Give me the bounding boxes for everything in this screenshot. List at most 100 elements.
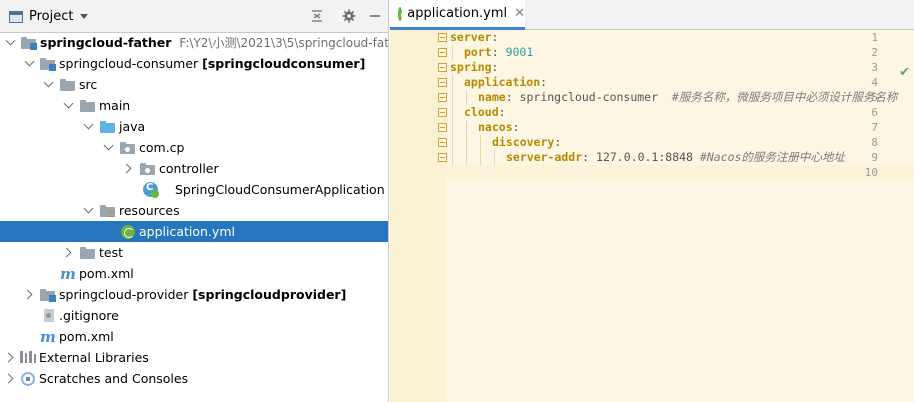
chevron-down-icon[interactable] (103, 143, 113, 153)
fold-marker-icon[interactable] (438, 48, 447, 57)
project-tool-window: Project springcloud-father F:\Y2\小测\2021\… (0, 0, 389, 402)
code-line: application: (464, 75, 548, 89)
maven-icon: m (60, 265, 76, 283)
tree-item-label: springcloud-provider [springcloudprovide… (59, 287, 347, 302)
chevron-right-icon[interactable] (63, 248, 73, 258)
collapse-all-icon[interactable] (309, 8, 325, 24)
chevron-down-icon[interactable] (83, 206, 93, 216)
fold-marker-icon[interactable] (438, 33, 447, 42)
tree-item-label: Scratches and Consoles (39, 371, 189, 386)
folder-icon (80, 247, 95, 259)
chevron-down-icon (80, 14, 89, 19)
line-number: 1 (871, 31, 878, 44)
libraries-icon (20, 351, 36, 363)
project-title: Project (29, 9, 74, 24)
module-folder-icon (40, 289, 56, 302)
code-editor[interactable]: 1 2 3 4 5 6 7 8 9 10 server: port: 9001 … (390, 30, 914, 402)
tree-item-resources[interactable]: resources (0, 200, 388, 221)
code-line: server-addr: 127.0.0.1:8848 #Nacos的服务注册中… (506, 150, 845, 164)
tree-item-springcloudconsumerapplication[interactable]: SpringCloudConsumerApplication (0, 179, 388, 200)
indent-guide (480, 135, 481, 165)
spring-yaml-icon (121, 225, 135, 239)
tree-item-root-pom-xml[interactable]: m pom.xml (0, 326, 388, 347)
indent-guide (452, 75, 453, 165)
close-icon[interactable]: ✕ (514, 6, 525, 21)
code-line: discovery: (492, 135, 562, 149)
chevron-right-icon[interactable] (5, 374, 15, 384)
chevron-down-icon[interactable] (24, 59, 34, 69)
fold-marker-icon[interactable] (438, 63, 447, 72)
source-folder-icon (100, 121, 115, 133)
tree-item-label: controller (159, 161, 219, 176)
tree-item-controller[interactable]: controller (0, 158, 388, 179)
chevron-down-icon[interactable] (43, 80, 53, 90)
chevron-down-icon[interactable] (63, 101, 73, 111)
tree-item-label: test (99, 245, 124, 260)
tree-item-gitignore[interactable]: .gitignore (0, 305, 388, 326)
tree-item-label: springcloud-consumer [springcloudconsume… (59, 56, 366, 71)
tree-item-com-cp[interactable]: com.cp (0, 137, 388, 158)
tree-item-pom-xml[interactable]: m pom.xml (0, 263, 388, 284)
module-folder-icon (40, 58, 56, 71)
line-number: 2 (871, 46, 878, 59)
fold-marker-icon[interactable] (438, 123, 447, 132)
tree-item-src[interactable]: src (0, 74, 388, 95)
chevron-right-icon[interactable] (5, 353, 15, 363)
tree-item-external-libraries[interactable]: External Libraries (0, 347, 388, 368)
folder-icon (60, 79, 75, 91)
chevron-down-icon[interactable] (83, 122, 93, 132)
tree-item-springcloud-consumer[interactable]: springcloud-consumer [springcloudconsume… (0, 53, 388, 74)
module-folder-icon (21, 37, 37, 50)
indent-guide (466, 90, 467, 105)
minimize-icon[interactable] (367, 8, 383, 24)
line-number: 6 (871, 106, 878, 119)
line-number: 3 (871, 61, 878, 74)
package-icon (120, 142, 135, 154)
line-number: 7 (871, 121, 878, 134)
fold-marker-icon[interactable] (438, 93, 447, 102)
line-number: 9 (871, 151, 878, 164)
tree-item-label: com.cp (139, 140, 185, 155)
tree-item-label: .gitignore (59, 308, 119, 323)
fold-marker-icon[interactable] (438, 78, 447, 87)
tree-item-label: main (99, 98, 131, 113)
chevron-right-icon[interactable] (123, 164, 133, 174)
tree-item-label: src (79, 77, 98, 92)
line-number: 10 (864, 166, 878, 179)
tree-item-main[interactable]: main (0, 95, 388, 116)
tree-item-label: pom.xml (59, 329, 114, 344)
code-line: cloud: (464, 105, 506, 119)
tree-item-label: java (119, 119, 146, 134)
code-line: nacos: (478, 120, 520, 134)
editor-tab-bar: application.yml ✕ (390, 0, 914, 30)
tree-item-springcloud-provider[interactable]: springcloud-provider [springcloudprovide… (0, 284, 388, 305)
gear-icon[interactable] (341, 8, 357, 24)
chevron-right-icon[interactable] (24, 290, 34, 300)
tree-item-label: application.yml (139, 224, 235, 239)
project-view-selector[interactable]: Project (9, 8, 89, 25)
code-line: server: (450, 30, 499, 44)
no-problems-check-icon[interactable]: ✔ (899, 65, 910, 80)
editor-pane: application.yml ✕ 1 2 3 4 5 6 7 8 9 10 s… (390, 0, 914, 402)
tree-item-label: pom.xml (79, 266, 134, 281)
tab-label: application.yml (407, 6, 508, 21)
tree-item-java[interactable]: java (0, 116, 388, 137)
fold-marker-icon[interactable] (438, 153, 447, 162)
tab-application-yml[interactable]: application.yml ✕ (390, 0, 525, 30)
tree-item-test[interactable]: test (0, 242, 388, 263)
gitignore-file-icon (44, 309, 54, 322)
package-icon (140, 163, 155, 175)
tree-item-label: External Libraries (39, 350, 149, 365)
tree-item-springcloud-father[interactable]: springcloud-father F:\Y2\小测\2021\3\5\spri… (0, 32, 388, 53)
tree-item-label: SpringCloudConsumerApplication (175, 182, 385, 197)
spring-boot-class-icon (143, 182, 159, 198)
tree-item-application-yml[interactable]: application.yml (0, 221, 388, 242)
current-line-highlight (446, 165, 914, 180)
fold-marker-icon[interactable] (438, 138, 447, 147)
chevron-down-icon[interactable] (5, 38, 15, 48)
tree-item-scratches[interactable]: Scratches and Consoles (0, 368, 388, 389)
indent-guide (466, 120, 467, 165)
fold-marker-icon[interactable] (438, 108, 447, 117)
code-line: spring: (450, 60, 499, 74)
spring-yaml-icon (398, 6, 412, 21)
